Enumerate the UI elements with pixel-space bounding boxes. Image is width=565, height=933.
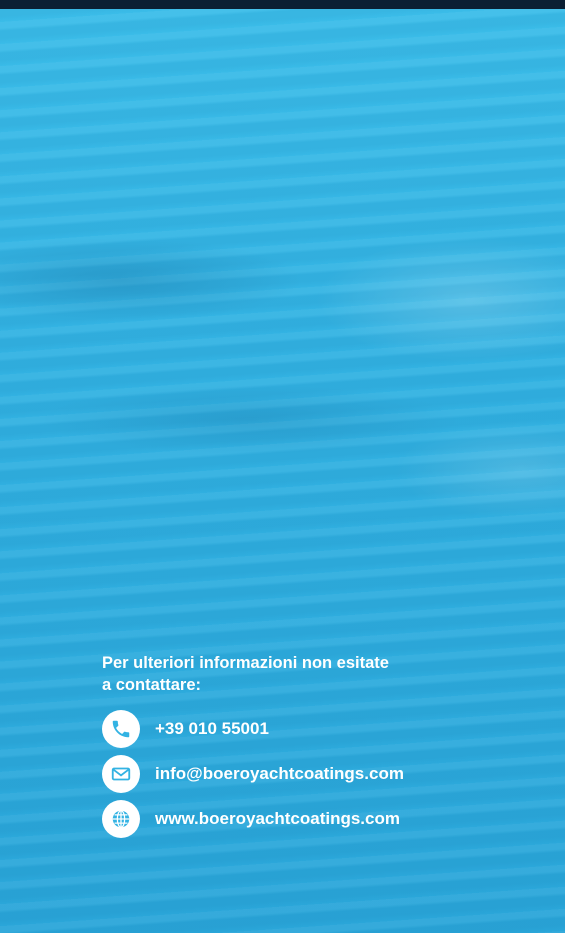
globe-icon xyxy=(102,800,140,838)
contact-intro-line-2: a contattare: xyxy=(102,676,202,694)
contact-phone-row[interactable]: +39 010 55001 xyxy=(102,710,462,748)
phone-number[interactable]: +39 010 55001 xyxy=(155,719,269,739)
contact-email-row[interactable]: info@boeroyachtcoatings.com xyxy=(102,755,462,793)
website-url[interactable]: www.boeroyachtcoatings.com xyxy=(155,809,400,829)
contact-website-row[interactable]: www.boeroyachtcoatings.com xyxy=(102,800,462,838)
contact-intro: Per ulteriori informazioni non esitate a… xyxy=(102,652,462,696)
top-bar xyxy=(0,0,565,9)
contact-section: Per ulteriori informazioni non esitate a… xyxy=(102,652,462,845)
page-background: Per ulteriori informazioni non esitate a… xyxy=(0,0,565,933)
email-address[interactable]: info@boeroyachtcoatings.com xyxy=(155,764,404,784)
email-icon xyxy=(102,755,140,793)
phone-icon xyxy=(102,710,140,748)
contact-intro-line-1: Per ulteriori informazioni non esitate xyxy=(102,654,389,672)
